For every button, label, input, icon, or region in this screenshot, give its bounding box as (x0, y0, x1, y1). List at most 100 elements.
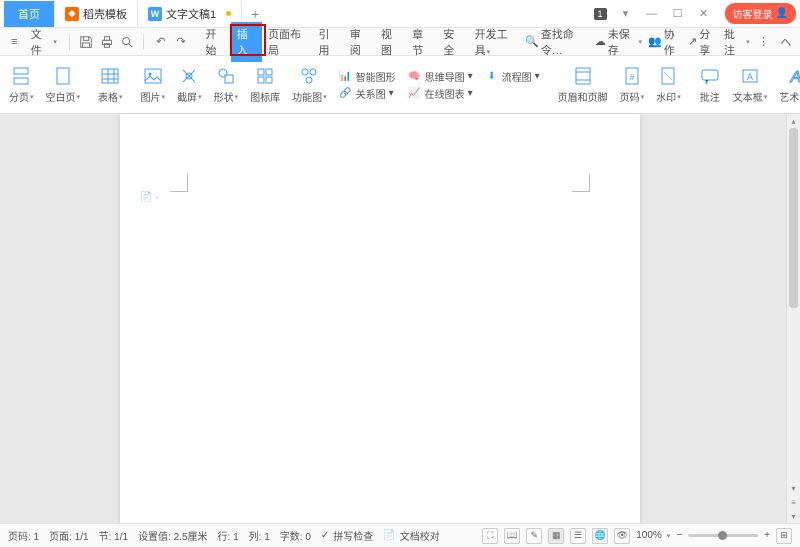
next-page-icon[interactable]: ▾ (787, 509, 800, 523)
chart-icon: 📊 (339, 69, 353, 83)
print-icon[interactable] (98, 33, 115, 51)
tab-review[interactable]: 审阅 (344, 22, 375, 62)
unsaved-status[interactable]: ☁未保存▾ (595, 26, 642, 58)
user-icon: 👤 (776, 8, 788, 19)
relation-diagram-button[interactable]: 🔗关系图▾ (339, 86, 396, 101)
tab-pagelayout[interactable]: 页面布局 (262, 22, 312, 62)
minimize-button[interactable]: — (641, 5, 663, 23)
menu-icon[interactable]: ≡ (6, 33, 23, 51)
smartart-button[interactable]: 功能图▾ (289, 59, 330, 111)
online-chart-button[interactable]: 📈在线图表▾ (408, 86, 473, 101)
close-button[interactable]: ✕ (693, 5, 715, 23)
watermark-button[interactable]: 水印▾ (653, 59, 684, 111)
page-indicator: 📄- (140, 192, 159, 203)
status-pageno[interactable]: 页码: 1 (8, 528, 39, 543)
picture-button[interactable]: 图片▾ (138, 59, 169, 111)
weblayout-icon[interactable]: 🌐 (592, 528, 608, 544)
scroll-down-icon[interactable]: ▾ (787, 481, 800, 495)
zoom-level[interactable]: 100%▾ (636, 530, 670, 541)
new-tab-button[interactable]: + (242, 6, 268, 22)
vertical-scrollbar[interactable]: ▴ ▾ ≡ ▾ (786, 114, 800, 523)
zoom-out-button[interactable]: − (676, 530, 682, 541)
tab-templates[interactable]: ◆ 稻壳模板 (55, 1, 138, 27)
scroll-thumb[interactable] (789, 128, 798, 308)
preview-icon[interactable] (119, 33, 136, 51)
smart-graphics-button[interactable]: 📊智能图形 (339, 69, 396, 84)
save-icon[interactable] (78, 33, 95, 51)
menu-bar: ≡ 文件▾ ↶ ↷ 开始 插入 页面布局 引用 审阅 视图 章节 安全 开发工具… (0, 28, 800, 56)
readmode-icon[interactable]: 📖 (504, 528, 520, 544)
status-pages[interactable]: 页面: 1/1 (49, 528, 88, 543)
share-button[interactable]: ↗分享 (688, 26, 718, 58)
zoom-knob[interactable] (718, 531, 727, 540)
more-icon[interactable]: ⋮ (756, 33, 772, 51)
search-commands[interactable]: 🔍查找命令… (525, 26, 589, 58)
separator (69, 34, 70, 50)
maximize-button[interactable]: ☐ (667, 5, 689, 23)
tab-insert[interactable]: 插入 (231, 22, 262, 62)
wordart-icon: A (785, 65, 800, 87)
table-button[interactable]: 表格▾ (95, 59, 126, 111)
page-canvas[interactable]: 📄- (120, 114, 640, 523)
status-row[interactable]: 行: 1 (218, 528, 239, 543)
proofing-button[interactable]: 📄文档校对 (383, 528, 439, 543)
tab-devtools[interactable]: 开发工具▾ (469, 22, 523, 62)
status-pos[interactable]: 设置值: 2.5厘米 (138, 528, 207, 543)
tab-security[interactable]: 安全 (437, 22, 468, 62)
spellcheck-button[interactable]: ✓拼写检查 (321, 528, 373, 543)
outline-icon[interactable]: ☰ (570, 528, 586, 544)
cloud-icon: ☁ (595, 35, 606, 48)
flowchart-button[interactable]: ⬇流程图▾ (485, 69, 540, 84)
fitpage-icon[interactable]: ⊞ (776, 528, 792, 544)
blank-page-button[interactable]: 空白页▾ (43, 59, 84, 111)
login-button[interactable]: 访客登录 👤 (725, 3, 796, 24)
iconlib-button[interactable]: 图标库 (247, 59, 283, 111)
dropdown-button[interactable]: ▾ (615, 5, 637, 23)
notes-button[interactable]: 批注▾ (724, 26, 750, 58)
screenshot-button[interactable]: 截屏▾ (174, 59, 205, 111)
file-menu[interactable]: 文件▾ (27, 26, 61, 58)
fullscreen-icon[interactable]: ⛶ (482, 528, 498, 544)
tab-references[interactable]: 引用 (312, 22, 343, 62)
status-chars[interactable]: 字数: 0 (280, 528, 311, 543)
page-break-button[interactable]: 分页▾ (6, 59, 37, 111)
scroll-up-icon[interactable]: ▴ (787, 114, 800, 128)
header-footer-button[interactable]: 页眉和页脚 (555, 59, 611, 111)
status-col[interactable]: 列: 1 (249, 528, 270, 543)
tab-document-label: 文字文稿1 (166, 6, 216, 22)
textbox-icon: A (739, 65, 761, 87)
zoom-slider[interactable] (688, 534, 758, 537)
edit-icon[interactable]: ✎ (526, 528, 542, 544)
redo-icon[interactable]: ↷ (173, 33, 190, 51)
eyecare-icon[interactable]: 👁 (614, 528, 630, 544)
svg-text:A: A (747, 72, 753, 82)
printlayout-icon[interactable]: ▦ (548, 528, 564, 544)
undo-icon[interactable]: ↶ (152, 33, 169, 51)
doc-icon: W (148, 7, 162, 21)
diagram-group-2: 🧠思维导图▾ 📈在线图表▾ (405, 59, 476, 111)
collapse-icon[interactable]: ヘ (778, 33, 794, 51)
shapes-icon (215, 65, 237, 87)
tab-section[interactable]: 章节 (406, 22, 437, 62)
unsaved-dot-icon (226, 11, 231, 16)
tab-home-label: 首页 (18, 6, 40, 22)
tab-home[interactable]: 首页 (4, 1, 55, 27)
mindmap-button[interactable]: 🧠思维导图▾ (408, 69, 473, 84)
diagram-group-3: ⬇流程图▾ xx (482, 59, 543, 111)
prev-page-icon[interactable]: ≡ (787, 495, 800, 509)
notification-badge[interactable]: 1 (594, 8, 607, 20)
coop-button[interactable]: 👥协作 (648, 26, 682, 58)
textbox-button[interactable]: A文本框▾ (730, 59, 771, 111)
shapes-button[interactable]: 形状▾ (211, 59, 242, 111)
page-number-button[interactable]: #页码▾ (617, 59, 648, 111)
wordart-button[interactable]: A艺术字▾ (776, 59, 800, 111)
tab-start[interactable]: 开始 (200, 22, 231, 62)
document-area: 📄- ▴ ▾ ≡ ▾ (0, 114, 800, 523)
status-section[interactable]: 节: 1/1 (99, 528, 128, 543)
zoom-in-button[interactable]: + (764, 530, 770, 541)
scroll-track[interactable] (787, 128, 800, 481)
pagebreak-icon (10, 65, 32, 87)
status-bar: 页码: 1 页面: 1/1 节: 1/1 设置值: 2.5厘米 行: 1 列: … (0, 523, 800, 547)
tab-view[interactable]: 视图 (375, 22, 406, 62)
comment-button[interactable]: 批注 (696, 59, 724, 111)
